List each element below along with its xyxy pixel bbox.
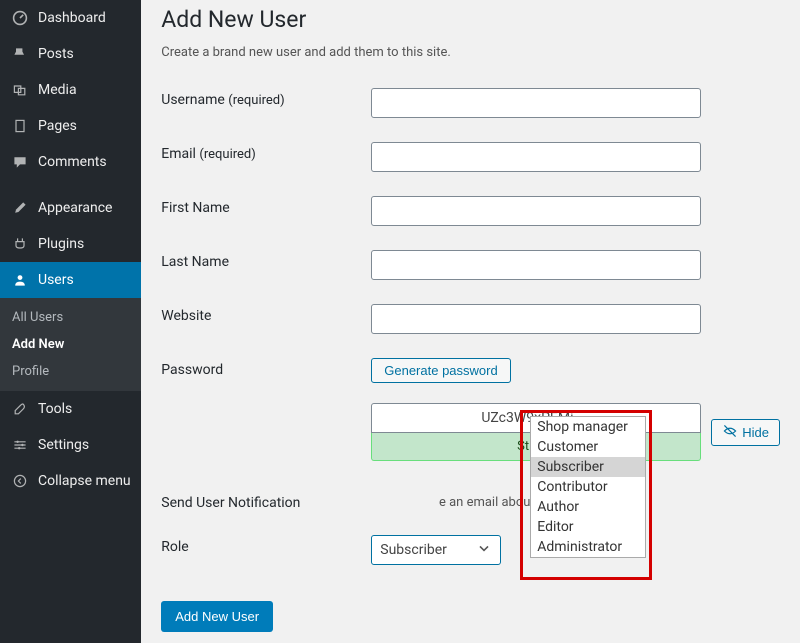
sidebar-collapse[interactable]: Collapse menu	[0, 463, 141, 499]
user-icon	[10, 270, 30, 290]
wrench-icon	[10, 399, 30, 419]
role-option[interactable]: Author	[531, 497, 645, 517]
email-input[interactable]	[371, 142, 701, 172]
sidebar-item-tools[interactable]: Tools	[0, 391, 141, 427]
sidebar-label: Pages	[38, 118, 77, 134]
role-option[interactable]: Administrator	[531, 537, 645, 557]
sidebar-label: Appearance	[38, 200, 112, 216]
lastname-label: Last Name	[161, 250, 371, 270]
sidebar-item-settings[interactable]: Settings	[0, 427, 141, 463]
role-option[interactable]: Subscriber	[531, 457, 645, 477]
admin-sidebar: Dashboard Posts Media Pages Comments App…	[0, 0, 141, 643]
dashboard-icon	[10, 8, 30, 28]
notification-label: Send User Notification	[161, 491, 371, 511]
website-input[interactable]	[371, 304, 701, 334]
firstname-label: First Name	[161, 196, 371, 216]
role-option[interactable]: Contributor	[531, 477, 645, 497]
chevron-down-icon	[476, 540, 492, 560]
plug-icon	[10, 234, 30, 254]
page-icon	[10, 116, 30, 136]
add-new-user-button[interactable]: Add New User	[161, 601, 273, 632]
sidebar-item-dashboard[interactable]: Dashboard	[0, 0, 141, 36]
email-label: Email (required)	[161, 142, 371, 162]
sidebar-label: Dashboard	[38, 10, 106, 26]
role-option[interactable]: Customer	[531, 437, 645, 457]
sidebar-label: Users	[38, 272, 74, 288]
submenu-profile[interactable]: Profile	[0, 358, 141, 385]
sidebar-item-users[interactable]: Users	[0, 262, 141, 298]
username-label: Username (required)	[161, 88, 371, 108]
website-label: Website	[161, 304, 371, 324]
sidebar-item-pages[interactable]: Pages	[0, 108, 141, 144]
sidebar-label: Media	[38, 82, 77, 98]
submenu-all-users[interactable]: All Users	[0, 304, 141, 331]
sidebar-label: Comments	[38, 154, 107, 170]
username-input[interactable]	[371, 88, 701, 118]
brush-icon	[10, 198, 30, 218]
sidebar-label: Collapse menu	[38, 473, 131, 489]
collapse-icon	[10, 471, 30, 491]
eye-slash-icon	[722, 423, 738, 442]
hide-password-button[interactable]: Hide	[711, 419, 780, 446]
comment-icon	[10, 152, 30, 172]
generate-password-button[interactable]: Generate password	[371, 358, 510, 383]
sidebar-label: Plugins	[38, 236, 84, 252]
role-dropdown-list: Shop manager Customer Subscriber Contrib…	[530, 416, 646, 558]
sidebar-item-comments[interactable]: Comments	[0, 144, 141, 180]
sidebar-label: Settings	[38, 437, 89, 453]
sidebar-item-plugins[interactable]: Plugins	[0, 226, 141, 262]
sidebar-label: Tools	[38, 401, 72, 417]
role-option[interactable]: Shop manager	[531, 417, 645, 437]
pin-icon	[10, 44, 30, 64]
page-title: Add New User	[161, 6, 780, 33]
firstname-input[interactable]	[371, 196, 701, 226]
sidebar-item-posts[interactable]: Posts	[0, 36, 141, 72]
lastname-input[interactable]	[371, 250, 701, 280]
sidebar-label: Posts	[38, 46, 74, 62]
submenu-add-new[interactable]: Add New	[0, 331, 141, 358]
role-label: Role	[161, 535, 371, 555]
password-label: Password	[161, 358, 371, 378]
sidebar-item-media[interactable]: Media	[0, 72, 141, 108]
sliders-icon	[10, 435, 30, 455]
role-select[interactable]: Subscriber	[371, 535, 501, 565]
main-content: Add New User Create a brand new user and…	[141, 0, 800, 643]
users-submenu: All Users Add New Profile	[0, 298, 141, 391]
media-icon	[10, 80, 30, 100]
page-description: Create a brand new user and add them to …	[161, 45, 780, 60]
role-option[interactable]: Editor	[531, 517, 645, 537]
sidebar-item-appearance[interactable]: Appearance	[0, 190, 141, 226]
